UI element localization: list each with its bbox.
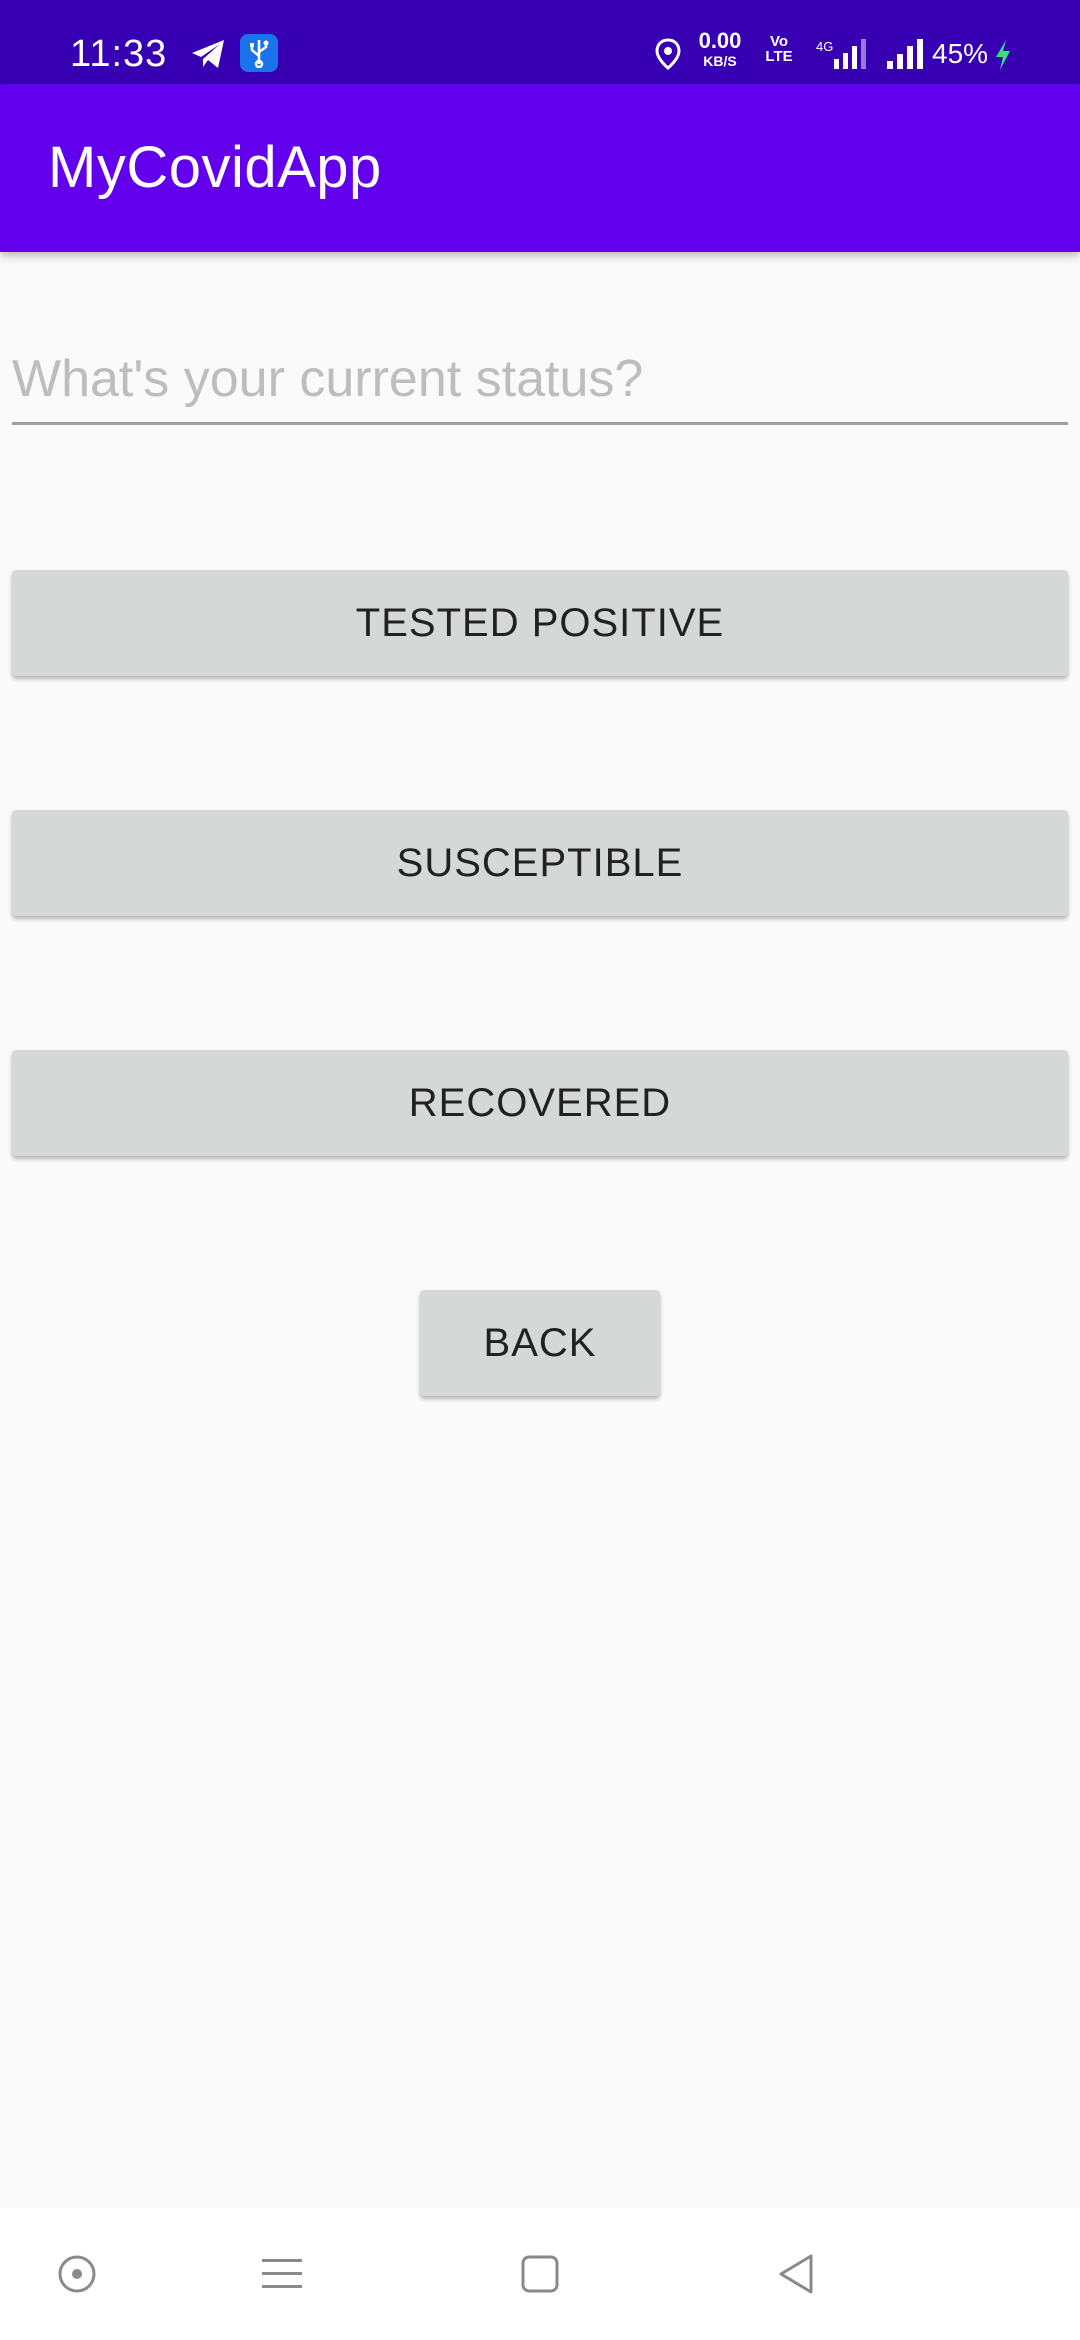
recents-icon[interactable] [216, 2208, 348, 2340]
battery-level: 45% [932, 38, 989, 69]
home-icon[interactable] [474, 2208, 606, 2340]
volte-indicator: Vo LTE [765, 33, 793, 65]
status-time: 11:33 [70, 33, 168, 75]
status-input[interactable] [12, 336, 1068, 425]
back-icon[interactable] [730, 2208, 862, 2340]
recovered-button[interactable]: RECOVERED [12, 1050, 1068, 1156]
status-bar: 11:33 0.00 KB/S Vo LTE 4G 45% [0, 0, 1080, 84]
signal-4g-icon: 4G [812, 36, 872, 72]
susceptible-button[interactable]: SUSCEPTIBLE [12, 810, 1068, 916]
app-bar: MyCovidApp [0, 84, 1080, 252]
net-speed: 0.00 KB/S [698, 28, 742, 69]
assistant-icon[interactable] [11, 2208, 143, 2340]
telegram-icon [188, 36, 228, 72]
location-icon [652, 36, 684, 72]
signal-icon [884, 36, 928, 72]
back-button[interactable]: BACK [420, 1290, 660, 1396]
charging-icon [992, 38, 1014, 72]
usb-icon [240, 34, 278, 72]
navigation-bar [0, 2208, 1080, 2340]
app-title: MyCovidApp [48, 135, 382, 200]
svg-text:4G: 4G [816, 39, 833, 54]
tested-positive-button[interactable]: TESTED POSITIVE [12, 570, 1068, 676]
